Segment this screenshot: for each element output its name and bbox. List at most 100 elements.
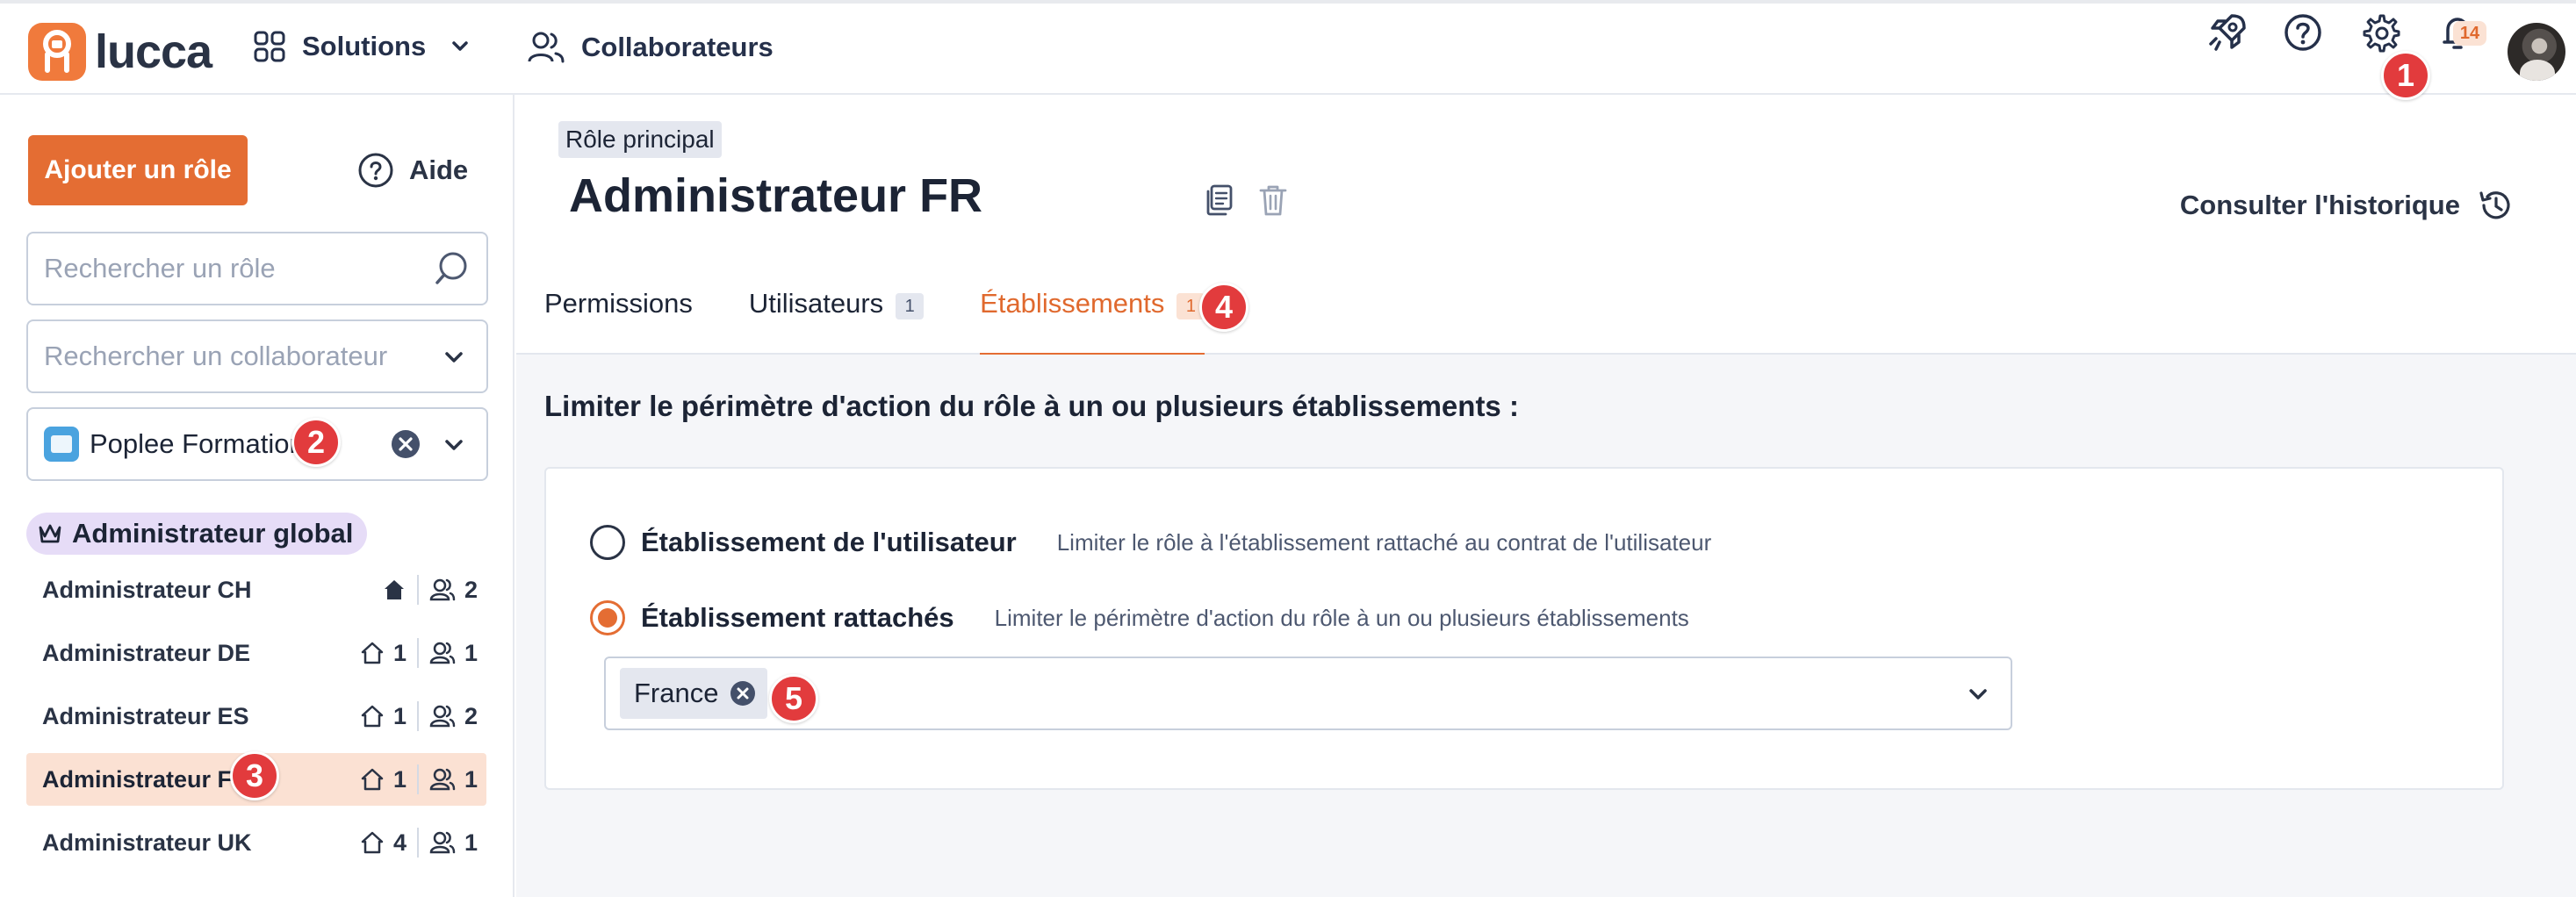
- page-title: Administrateur FR: [569, 169, 983, 222]
- role-establishments-count: 1: [392, 639, 407, 666]
- company-select[interactable]: Poplee Formation: [26, 407, 488, 481]
- brand-name: lucca: [95, 25, 212, 78]
- tab-label: Établissements: [980, 288, 1165, 319]
- lucca-logo[interactable]: lucca: [28, 23, 212, 81]
- chevron-down-icon: [452, 41, 468, 51]
- help-label: Aide: [409, 154, 469, 185]
- establishments-panel: Limiter le périmètre d'action du rôle à …: [516, 355, 2576, 897]
- collaborateurs-link[interactable]: Collaborateurs: [527, 30, 774, 65]
- search-role-field[interactable]: [26, 232, 488, 305]
- role-stats: 1 2: [360, 690, 478, 743]
- history-link[interactable]: Consulter l'historique: [2180, 186, 2515, 225]
- step-marker-4: 4: [1199, 283, 1248, 332]
- home-icon: [361, 705, 384, 728]
- global-admin-badge[interactable]: Administrateur global: [26, 513, 368, 555]
- option-description: Limiter le périmètre d'action du rôle à …: [994, 604, 1689, 631]
- scope-card: Établissement de l'utilisateur Limiter l…: [544, 467, 2504, 790]
- search-collaborator-field[interactable]: Rechercher un collaborateur: [26, 319, 488, 393]
- users-icon: [429, 768, 456, 791]
- company-name: Poplee Formation: [90, 428, 305, 459]
- role-header: Rôle principal Administrateur FR Consult…: [516, 95, 2576, 356]
- role-users-count: 2: [464, 576, 478, 603]
- solutions-label: Solutions: [302, 31, 427, 61]
- help-link[interactable]: Aide: [356, 151, 468, 190]
- chevron-down-icon[interactable]: [441, 344, 467, 370]
- help-circle-icon[interactable]: [2281, 11, 2325, 54]
- role-stats: 1 1: [360, 627, 478, 679]
- top-navigation: lucca Solutions Collaborateurs 14: [0, 0, 2576, 95]
- option-description: Limiter le rôle à l'établissement rattac…: [1056, 528, 1712, 556]
- home-icon: [361, 642, 384, 664]
- role-name: Administrateur DE: [42, 639, 251, 666]
- clear-icon[interactable]: [390, 428, 421, 460]
- user-avatar[interactable]: [2508, 23, 2565, 81]
- add-role-button[interactable]: Ajouter un rôle: [28, 135, 248, 205]
- role-name: Administrateur ES: [42, 702, 249, 729]
- collaborateurs-label: Collaborateurs: [581, 32, 774, 62]
- establishment-chip: France: [620, 668, 768, 719]
- role-establishments-count: 4: [392, 829, 407, 856]
- role-stats: 4 1: [360, 816, 478, 869]
- step-marker-3: 3: [230, 751, 279, 800]
- search-icon: [435, 252, 467, 284]
- users-icon: [429, 642, 456, 664]
- users-icon: [528, 32, 565, 63]
- history-icon: [2479, 191, 2510, 219]
- global-admin-label: Administrateur global: [72, 518, 354, 549]
- home-icon: [361, 768, 384, 791]
- company-icon: [44, 427, 79, 462]
- option-user-establishment[interactable]: Établissement de l'utilisateur Limiter l…: [590, 525, 1711, 560]
- grid-icon: [254, 31, 285, 62]
- notifications-badge: 14: [2453, 21, 2486, 46]
- tab-etablissements[interactable]: Établissements 1: [980, 269, 1205, 356]
- tab-label: Utilisateurs: [748, 288, 884, 319]
- users-icon: [429, 831, 456, 854]
- step-marker-2: 2: [291, 418, 341, 467]
- users-icon: [429, 705, 456, 728]
- tab-utilisateurs[interactable]: Utilisateurs 1: [748, 269, 925, 355]
- role-stats: 1 1: [360, 753, 478, 806]
- role-tabs: Permissions Utilisateurs 1 Établissement…: [544, 269, 1261, 356]
- radio-button-selected[interactable]: [590, 600, 625, 635]
- trash-icon[interactable]: [1256, 183, 1291, 218]
- tab-label: Permissions: [544, 288, 693, 319]
- gear-icon[interactable]: [2358, 11, 2402, 54]
- role-item[interactable]: Administrateur UK 4 1: [26, 816, 486, 869]
- lucca-logo-icon: [28, 23, 86, 81]
- role-item[interactable]: Administrateur ES 1 2: [26, 690, 486, 743]
- history-label: Consulter l'historique: [2179, 190, 2460, 220]
- home-icon: [361, 831, 384, 854]
- section-title: Limiter le périmètre d'action du rôle à …: [544, 390, 1519, 422]
- role-item[interactable]: Administrateur CH 2: [26, 563, 486, 616]
- role-users-count: 1: [464, 829, 478, 856]
- role-establishments-count: 1: [392, 702, 407, 729]
- search-role-input[interactable]: [44, 253, 432, 284]
- step-marker-5: 5: [769, 674, 818, 723]
- role-users-count: 1: [464, 765, 478, 793]
- tab-permissions[interactable]: Permissions: [544, 269, 693, 355]
- option-label: Établissement de l'utilisateur: [641, 527, 1017, 557]
- role-users-count: 2: [464, 702, 478, 729]
- chevron-down-icon[interactable]: [441, 432, 467, 458]
- chip-label: France: [634, 678, 719, 708]
- copy-icon[interactable]: [1201, 183, 1236, 218]
- role-item[interactable]: Administrateur DE 1 1: [26, 627, 486, 679]
- solutions-menu[interactable]: Solutions: [253, 30, 473, 63]
- chevron-down-icon[interactable]: [1965, 681, 1991, 707]
- role-users-count: 1: [464, 639, 478, 666]
- radio-button[interactable]: [590, 525, 625, 560]
- crown-icon: [39, 524, 61, 543]
- option-label: Établissement rattachés: [641, 602, 954, 633]
- role-name: Administrateur FR: [42, 765, 249, 793]
- tab-count-badge: 1: [896, 293, 925, 319]
- option-attached-establishments[interactable]: Établissement rattachés Limiter le périm…: [590, 600, 1689, 635]
- role-name: Administrateur CH: [42, 576, 252, 603]
- rocket-icon[interactable]: [2205, 11, 2249, 54]
- help-circle-icon: [358, 153, 393, 188]
- role-stats: 2: [382, 563, 478, 616]
- remove-chip-icon[interactable]: [729, 679, 757, 707]
- step-marker-1: 1: [2381, 51, 2430, 100]
- search-collaborator-placeholder: Rechercher un collaborateur: [44, 341, 388, 371]
- users-icon: [429, 578, 456, 601]
- role-name: Administrateur UK: [42, 829, 252, 856]
